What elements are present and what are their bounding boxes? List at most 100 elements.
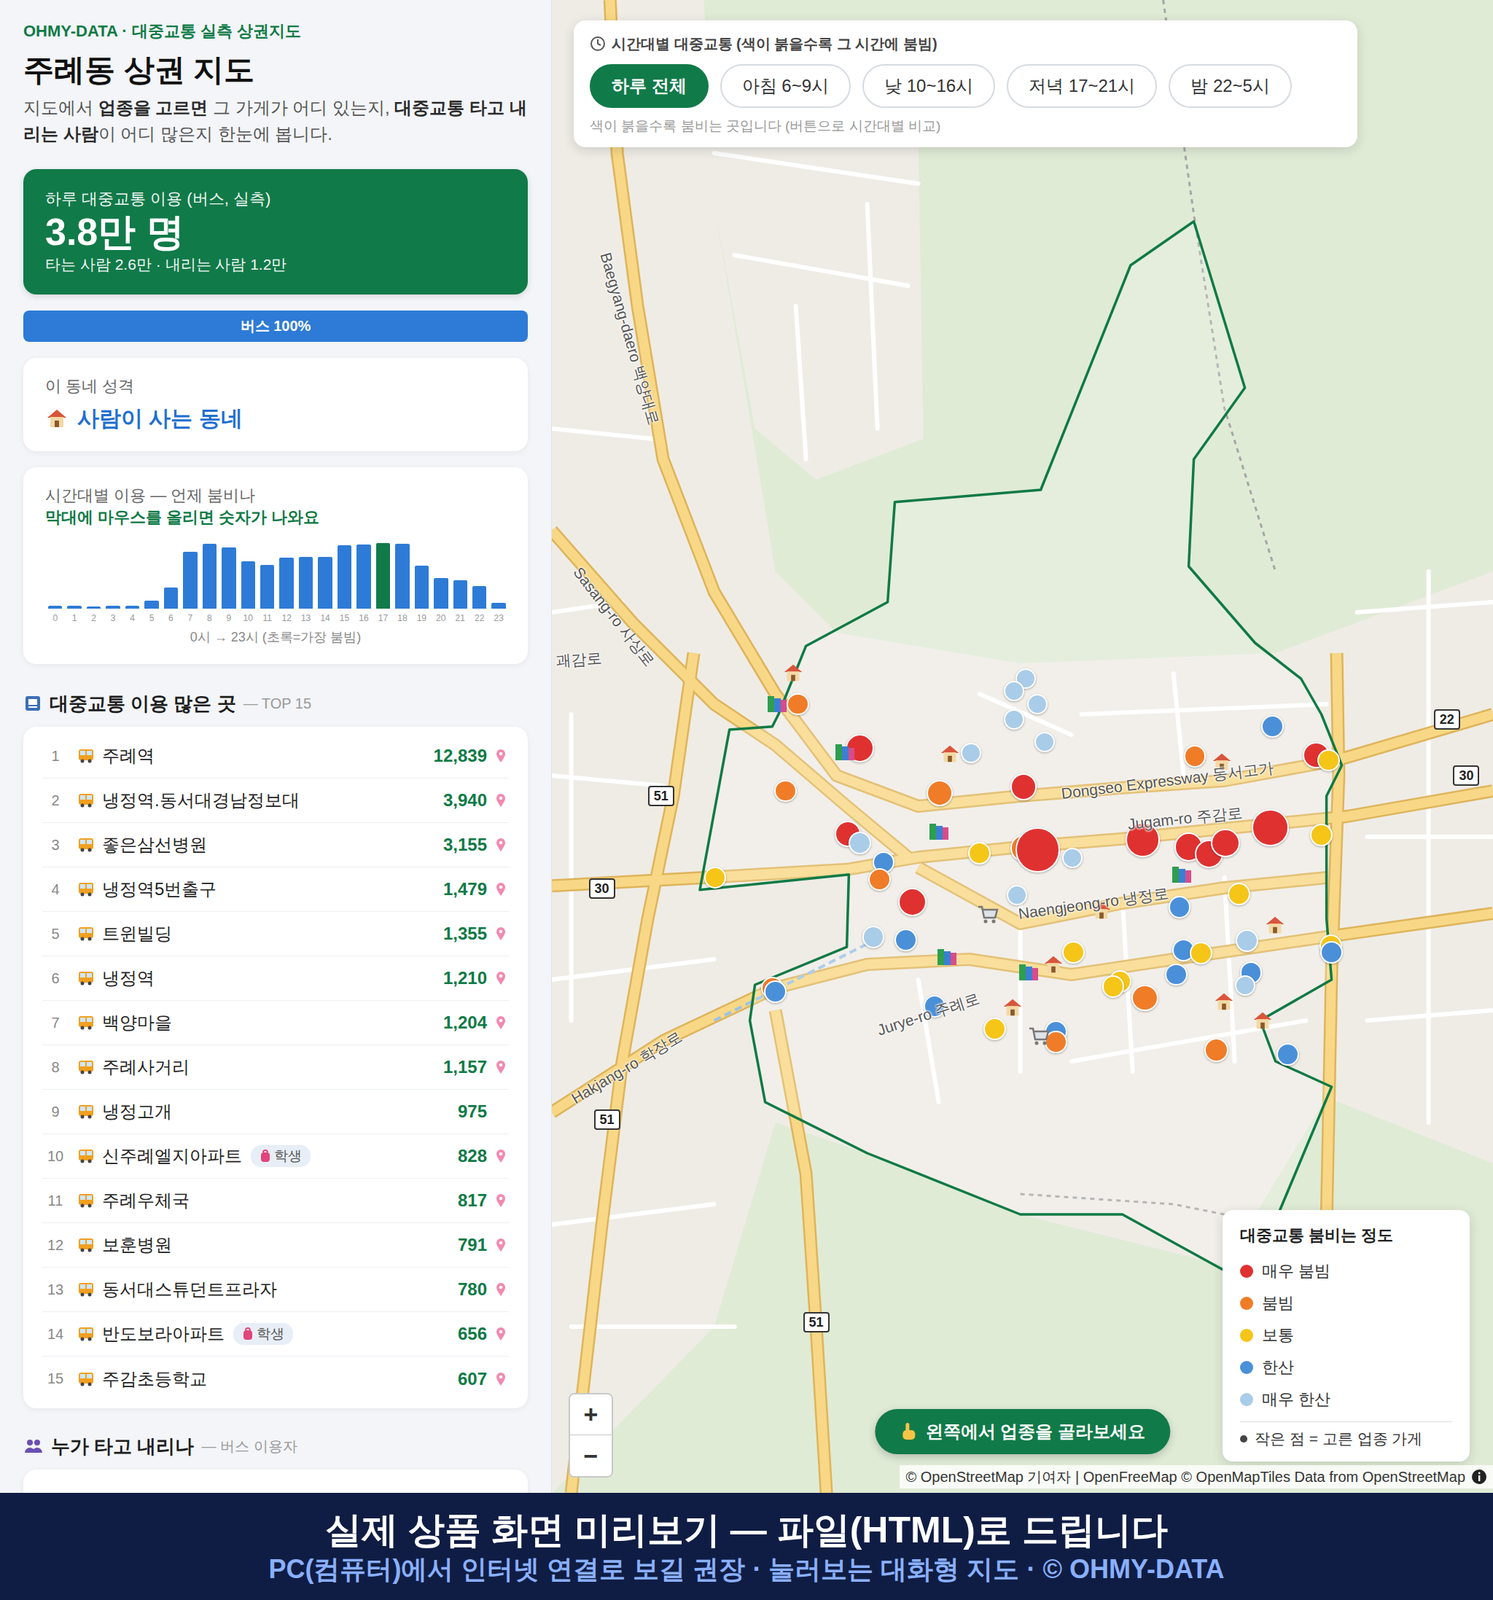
house-marker[interactable] [1001, 996, 1025, 1020]
hour-bar[interactable] [414, 565, 429, 609]
transit-pin[interactable] [894, 928, 918, 952]
transit-pin[interactable] [848, 831, 872, 855]
hour-bar[interactable] [260, 564, 275, 609]
transit-pin[interactable] [1034, 731, 1055, 753]
stop-row[interactable]: 13동서대스튜던트프라자780 [42, 1267, 509, 1313]
transit-pin[interactable] [1210, 828, 1240, 858]
house-marker[interactable] [938, 742, 963, 767]
stop-row[interactable]: 14반도보라아파트학생656 [42, 1312, 509, 1357]
zoom-out-button[interactable]: − [570, 1435, 612, 1477]
book-marker[interactable] [765, 692, 789, 716]
house-marker[interactable] [1042, 953, 1066, 977]
hour-bar[interactable] [86, 606, 101, 609]
time-filter-button[interactable]: 아침 6~9시 [720, 64, 851, 108]
stop-row[interactable]: 1주례역12,839 [42, 734, 509, 779]
house-marker[interactable] [1251, 1009, 1276, 1033]
house-marker[interactable] [782, 661, 806, 686]
book-marker[interactable] [927, 820, 951, 844]
cart-marker[interactable] [1027, 1024, 1051, 1048]
pin-icon [495, 1282, 506, 1297]
hour-bar[interactable] [279, 557, 294, 609]
transit-pin[interactable] [1251, 809, 1289, 846]
stop-row[interactable]: 7백양마을1,204 [42, 1000, 509, 1046]
transit-pin[interactable] [862, 925, 886, 949]
transit-pin[interactable] [1168, 895, 1192, 919]
stop-row[interactable]: 10신주례엘지아파트학생828 [42, 1134, 509, 1179]
stop-row[interactable]: 12보훈병원791 [42, 1223, 509, 1268]
transit-pin[interactable] [968, 841, 991, 865]
choose-category-button[interactable]: 왼쪽에서 업종을 골라보세요 [874, 1409, 1171, 1455]
transit-pin[interactable] [1010, 773, 1037, 800]
street [1426, 571, 1432, 1123]
stop-rank: 5 [42, 925, 69, 943]
hour-bar[interactable] [337, 545, 352, 609]
street [1357, 602, 1493, 613]
transit-pin[interactable] [1003, 680, 1025, 702]
hour-bar[interactable] [298, 556, 313, 609]
hour-bar[interactable] [221, 547, 236, 609]
bus-icon [77, 970, 95, 987]
stop-row[interactable]: 5트윈빌딩1,355 [42, 911, 509, 957]
house-marker[interactable] [1264, 914, 1288, 938]
transit-pin[interactable] [898, 887, 927, 917]
hour-bar[interactable] [491, 602, 506, 609]
stop-row[interactable]: 4냉정역5번출구1,479 [42, 867, 509, 912]
transit-pin[interactable] [1131, 984, 1158, 1012]
hour-bar[interactable] [433, 578, 448, 609]
transit-pin[interactable] [1235, 929, 1259, 953]
stop-row[interactable]: 11주례우체국817 [42, 1178, 509, 1224]
hour-bar[interactable] [125, 605, 140, 609]
hour-bar[interactable] [453, 580, 468, 609]
book-marker[interactable] [1170, 863, 1194, 887]
transit-pin[interactable] [1003, 709, 1025, 730]
transit-pin[interactable] [1062, 941, 1085, 964]
time-filter-button[interactable]: 낮 10~16시 [862, 64, 996, 108]
transit-pin[interactable] [1317, 749, 1340, 773]
book-marker[interactable] [1016, 960, 1041, 985]
hour-bar[interactable] [202, 543, 217, 609]
stop-row[interactable]: 9냉정고개975 [42, 1089, 509, 1135]
hour-bar[interactable] [317, 556, 332, 609]
transit-pin[interactable] [1189, 941, 1213, 965]
time-filter-button[interactable]: 하루 전체 [589, 64, 709, 108]
hour-bar[interactable] [376, 543, 391, 609]
hour-bar[interactable] [164, 587, 178, 609]
info-icon[interactable] [1471, 1468, 1488, 1485]
transit-pin[interactable] [868, 868, 891, 891]
house-marker[interactable] [1213, 990, 1237, 1015]
book-marker[interactable] [935, 945, 959, 969]
book-marker[interactable] [833, 740, 857, 764]
hour-bar[interactable] [48, 605, 62, 609]
cart-marker[interactable] [976, 902, 1000, 926]
time-filter-button[interactable]: 저녁 17~21시 [1006, 64, 1157, 108]
hour-bar[interactable] [144, 600, 159, 609]
hour-bar[interactable] [67, 605, 81, 609]
hour-bar[interactable] [241, 561, 256, 609]
transit-pin[interactable] [1234, 975, 1256, 996]
transit-pin[interactable] [774, 780, 797, 803]
hour-bar[interactable] [182, 551, 197, 609]
stop-row[interactable]: 2냉정역.동서대경남정보대3,940 [42, 778, 509, 824]
stop-row[interactable]: 3좋은삼선병원3,155 [42, 823, 509, 868]
stop-row[interactable]: 8주례사거리1,157 [42, 1045, 509, 1090]
stop-row[interactable]: 6냉정역1,210 [42, 956, 509, 1001]
zoom-in-button[interactable]: + [570, 1394, 612, 1436]
transit-pin[interactable] [1227, 882, 1251, 906]
hour-bar[interactable] [356, 544, 371, 609]
transit-pin[interactable] [926, 780, 953, 807]
transit-pin[interactable] [1183, 745, 1207, 768]
transit-pin[interactable] [1310, 823, 1333, 847]
stop-row[interactable]: 15주감초등학교607 [42, 1356, 509, 1402]
transit-pin[interactable] [786, 693, 810, 716]
time-filter-button[interactable]: 밤 22~5시 [1168, 64, 1292, 108]
hour-bar[interactable] [105, 605, 120, 609]
transit-pin[interactable] [1320, 941, 1343, 964]
transit-pin[interactable] [1276, 1043, 1300, 1066]
transit-pin[interactable] [983, 1017, 1007, 1041]
map[interactable]: 513051512230Baegyang-daero 백양대로Sasang-ro… [551, 0, 1493, 1493]
transit-pin[interactable] [763, 980, 787, 1004]
hour-bar[interactable] [472, 586, 487, 609]
hour-bar[interactable] [395, 543, 409, 609]
transit-pin[interactable] [1261, 715, 1284, 738]
transit-pin[interactable] [1015, 827, 1061, 873]
